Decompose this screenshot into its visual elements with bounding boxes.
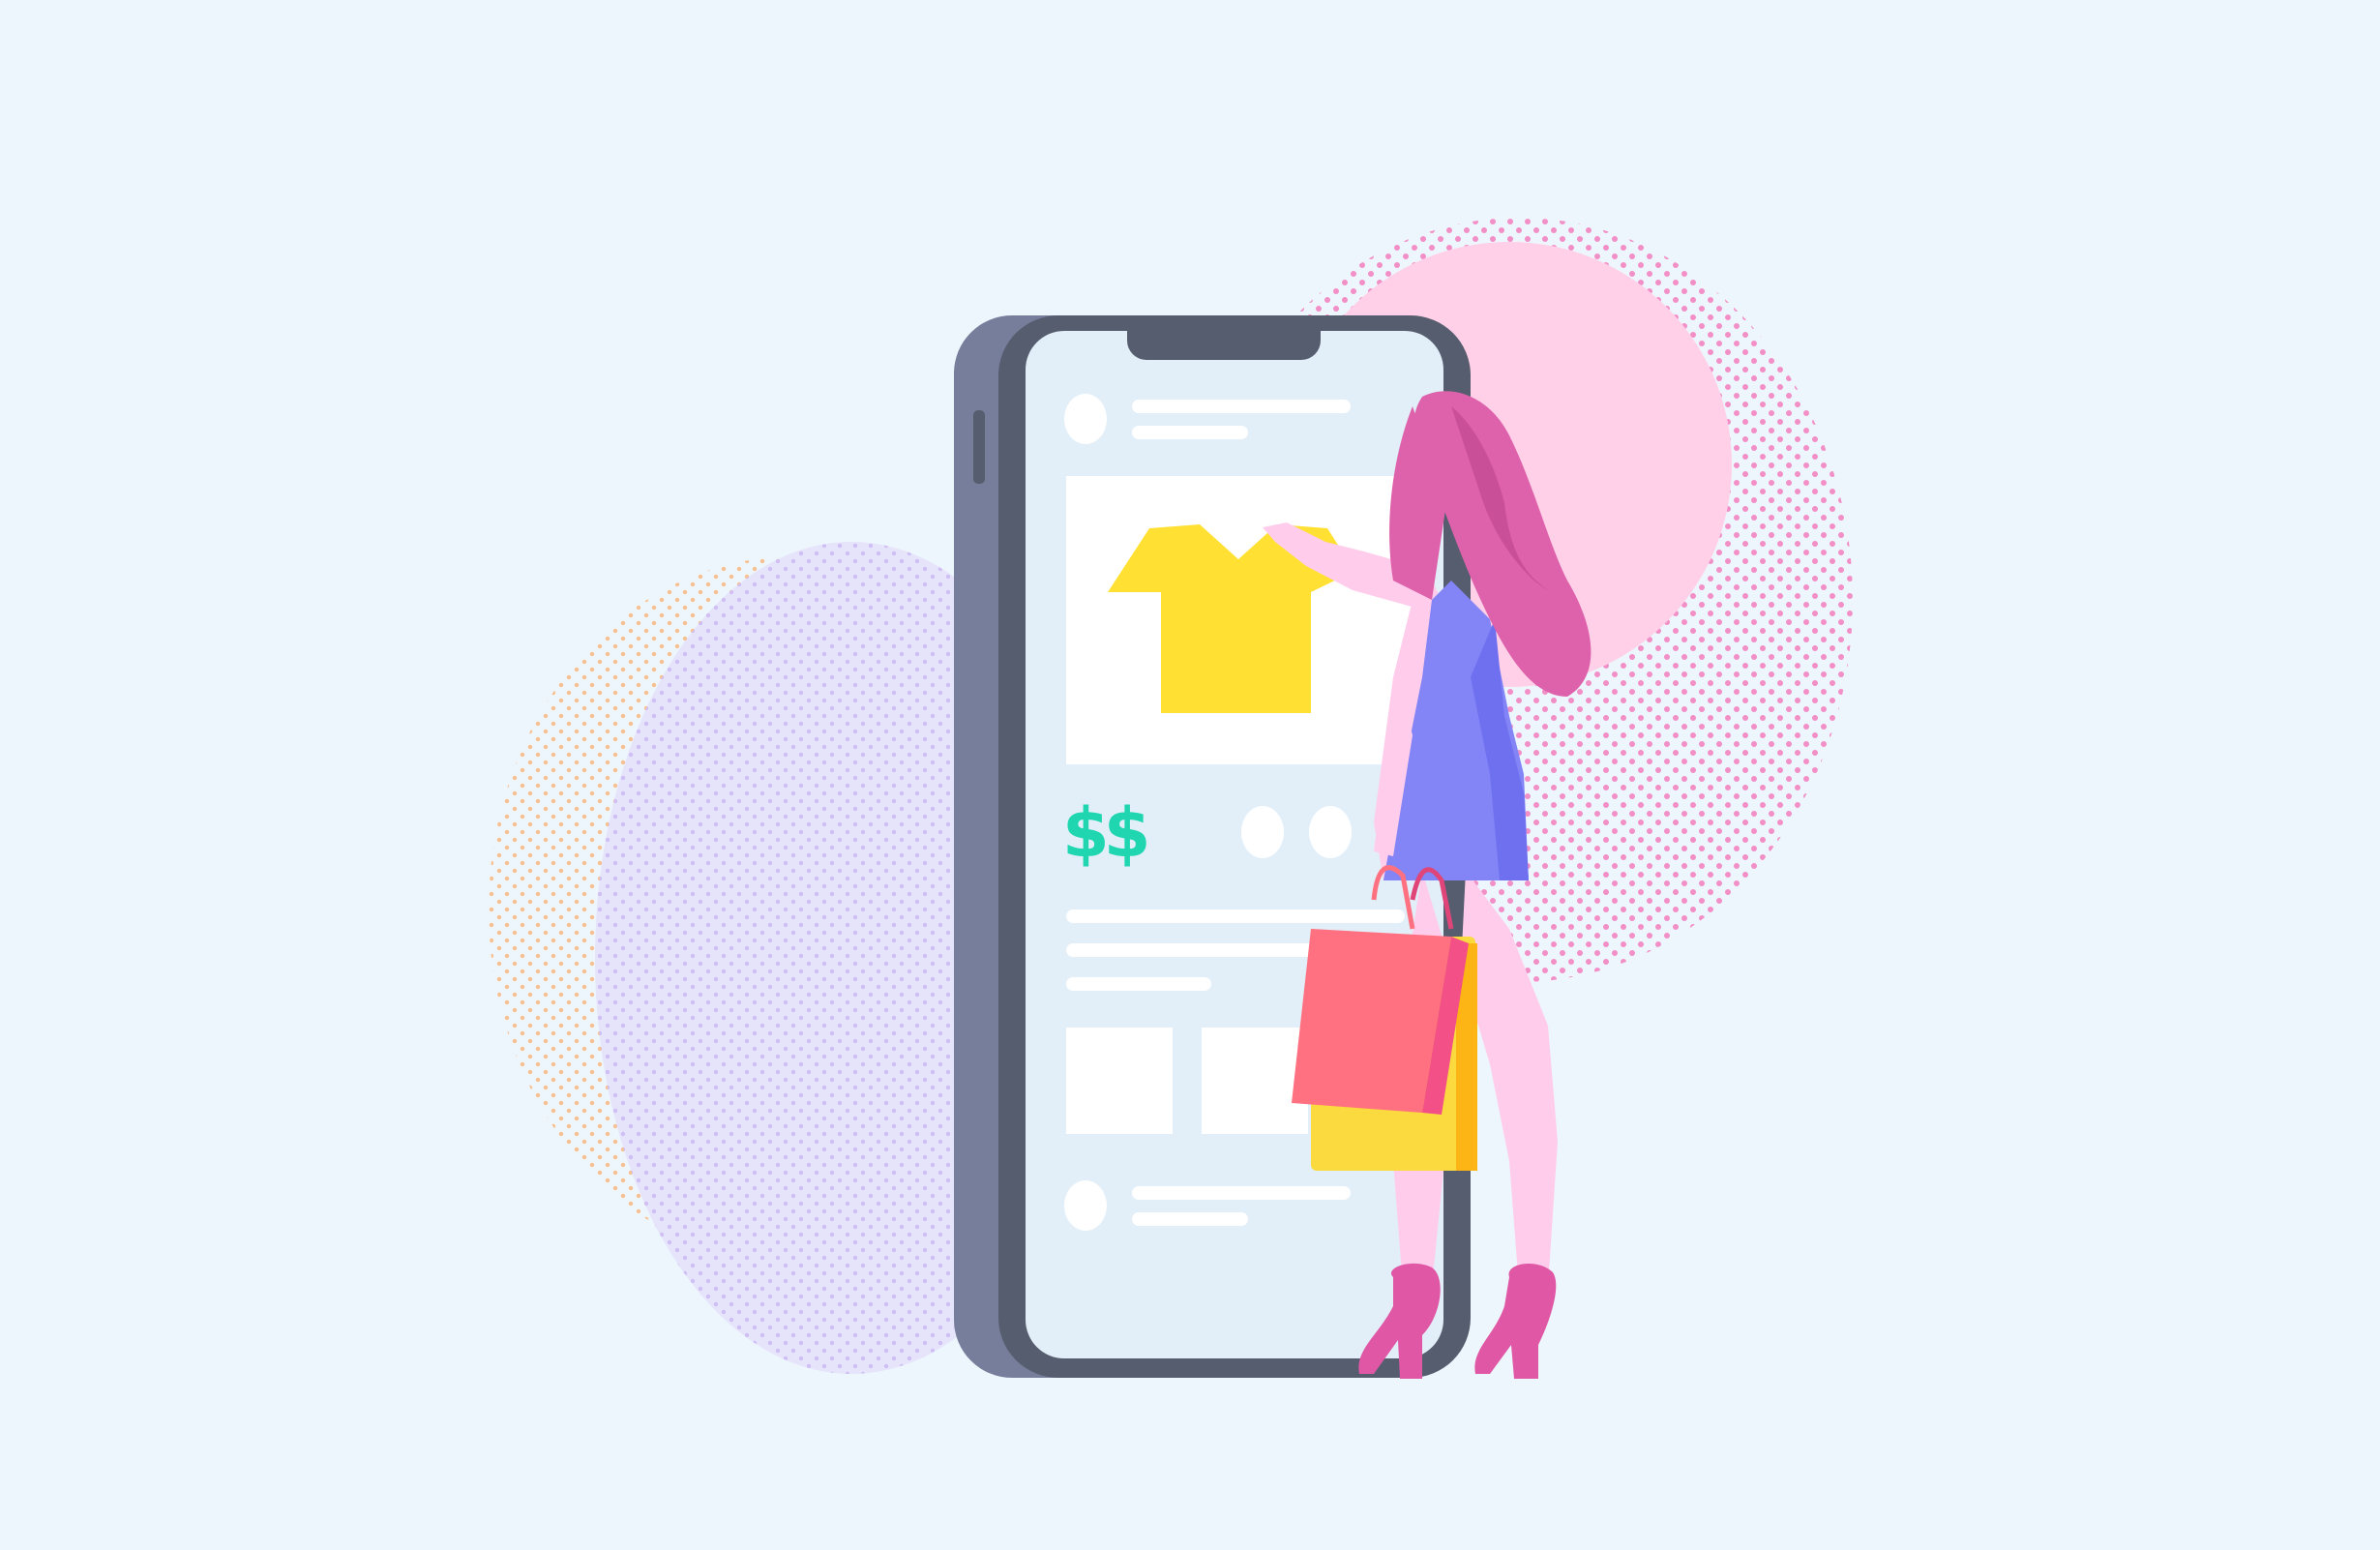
text-line [1132, 400, 1351, 413]
phone-side-button [973, 410, 985, 484]
shopping-illustration [489, 218, 1853, 1379]
avatar [1064, 394, 1107, 444]
share-button[interactable] [1309, 806, 1352, 858]
favorite-button[interactable] [1241, 806, 1284, 858]
text-line [1066, 977, 1211, 991]
illustration-stage: $$ [0, 0, 2380, 1546]
text-line [1132, 1186, 1351, 1200]
thumbnail[interactable] [1066, 1028, 1173, 1134]
phone-notch [1127, 331, 1321, 360]
price-label: $$ [1062, 793, 1150, 873]
text-line [1132, 1212, 1248, 1226]
text-line [1066, 909, 1405, 923]
text-line [1132, 426, 1248, 439]
thumbnail[interactable] [1202, 1028, 1308, 1134]
shoe [1474, 1263, 1557, 1379]
avatar [1064, 1180, 1107, 1231]
